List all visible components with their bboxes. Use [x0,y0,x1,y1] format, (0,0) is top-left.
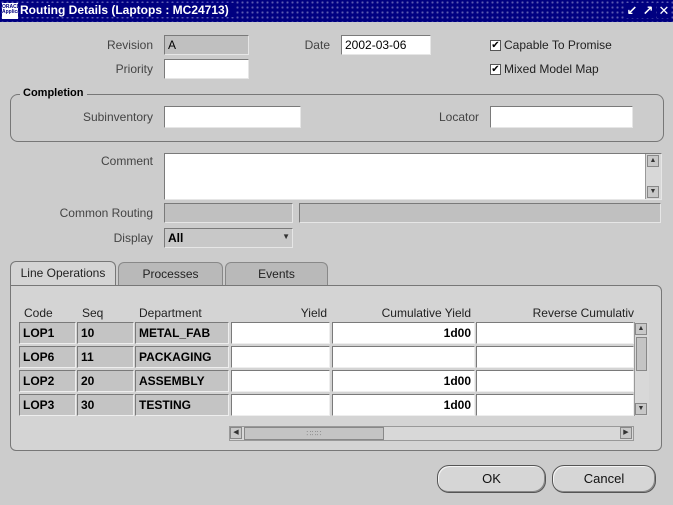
table-cell-code[interactable]: LOP2 [19,370,76,392]
comment-scroll-down-icon[interactable]: ▼ [647,186,659,198]
mixed-model-map-checkbox[interactable]: ✔ [490,64,501,75]
display-select[interactable]: All ▼ [164,228,293,248]
table-cell-cumulative-yield[interactable]: 1d00 [332,370,475,392]
table-scroll-right-icon[interactable]: ▶ [620,427,632,439]
subinventory-field[interactable] [164,106,301,128]
table-cell-department[interactable]: TESTING [135,394,229,416]
table-scroll-up-icon[interactable]: ▲ [635,323,647,335]
table-cell-yield[interactable] [231,346,330,368]
table-cell-department[interactable]: PACKAGING [135,346,229,368]
ok-button[interactable]: OK [437,465,546,493]
comment-textarea[interactable] [164,153,662,200]
close-icon[interactable]: ✕ [657,3,671,18]
window-title: Routing Details (Laptops : MC24713) [20,3,235,17]
table-cell-reverse-cumulative[interactable] [476,370,634,392]
capable-to-promise-label: Capable To Promise [504,38,612,52]
cancel-button[interactable]: Cancel [552,465,656,493]
table-horizontal-scroll-thumb[interactable]: ∷∷∷ [244,427,384,440]
chevron-down-icon[interactable]: ▼ [282,232,290,241]
priority-field[interactable] [164,59,249,79]
column-header-department: Department [139,306,202,320]
comment-scroll-up-icon[interactable]: ▲ [647,155,659,167]
display-select-value: All [168,231,184,245]
priority-label: Priority [115,62,153,76]
column-header-cumulative-yield: Cumulative Yield [381,306,471,320]
common-routing-description-field [299,203,661,223]
oracle-app-icon: ORACLE Applications [2,3,18,19]
table-cell-code[interactable]: LOP6 [19,346,76,368]
subinventory-label: Subinventory [82,110,153,124]
table-cell-reverse-cumulative[interactable] [476,394,634,416]
table-scroll-left-icon[interactable]: ◀ [230,427,242,439]
locator-field[interactable] [490,106,633,128]
table-cell-code[interactable]: LOP1 [19,322,76,344]
mixed-model-map-label: Mixed Model Map [504,62,599,76]
column-header-yield: Yield [300,306,327,320]
title-bar[interactable]: ORACLE Applications Routing Details (Lap… [0,0,673,22]
table-cell-yield[interactable] [231,322,330,344]
table-scroll-down-icon[interactable]: ▼ [635,403,647,415]
table-cell-seq[interactable]: 10 [77,322,134,344]
common-routing-label: Common Routing [59,206,153,220]
tab-events[interactable]: Events [225,262,328,286]
revision-field[interactable]: A [164,35,249,55]
table-cell-yield[interactable] [231,394,330,416]
maximize-icon[interactable]: ↗ [641,3,655,18]
capable-to-promise-checkbox[interactable]: ✔ [490,40,501,51]
table-cell-department[interactable]: ASSEMBLY [135,370,229,392]
minimize-icon[interactable]: ↙ [625,3,639,18]
table-cell-cumulative-yield[interactable]: 1d00 [332,394,475,416]
common-routing-field [164,203,293,223]
table-cell-cumulative-yield[interactable]: 1d00 [332,322,475,344]
table-cell-seq[interactable]: 30 [77,394,134,416]
locator-label: Locator [438,110,479,124]
display-label: Display [113,231,153,245]
completion-title: Completion [20,87,87,99]
date-label: Date [304,38,330,52]
column-header-code: Code [24,306,53,320]
date-field[interactable]: 2002-03-06 [341,35,431,55]
table-cell-yield[interactable] [231,370,330,392]
table-cell-reverse-cumulative[interactable] [476,346,634,368]
table-vertical-scroll-thumb[interactable] [636,337,647,371]
table-cell-reverse-cumulative[interactable] [476,322,634,344]
table-cell-code[interactable]: LOP3 [19,394,76,416]
table-cell-cumulative-yield[interactable] [332,346,475,368]
table-cell-seq[interactable]: 20 [77,370,134,392]
table-cell-seq[interactable]: 11 [77,346,134,368]
comment-label: Comment [100,154,153,168]
column-header-reverse-cumulative: Reverse Cumulativ [532,306,634,320]
table-cell-department[interactable]: METAL_FAB [135,322,229,344]
revision-label: Revision [106,38,153,52]
tab-processes[interactable]: Processes [118,262,223,286]
column-header-seq: Seq [82,306,104,320]
tab-line-operations[interactable]: Line Operations [10,261,116,287]
